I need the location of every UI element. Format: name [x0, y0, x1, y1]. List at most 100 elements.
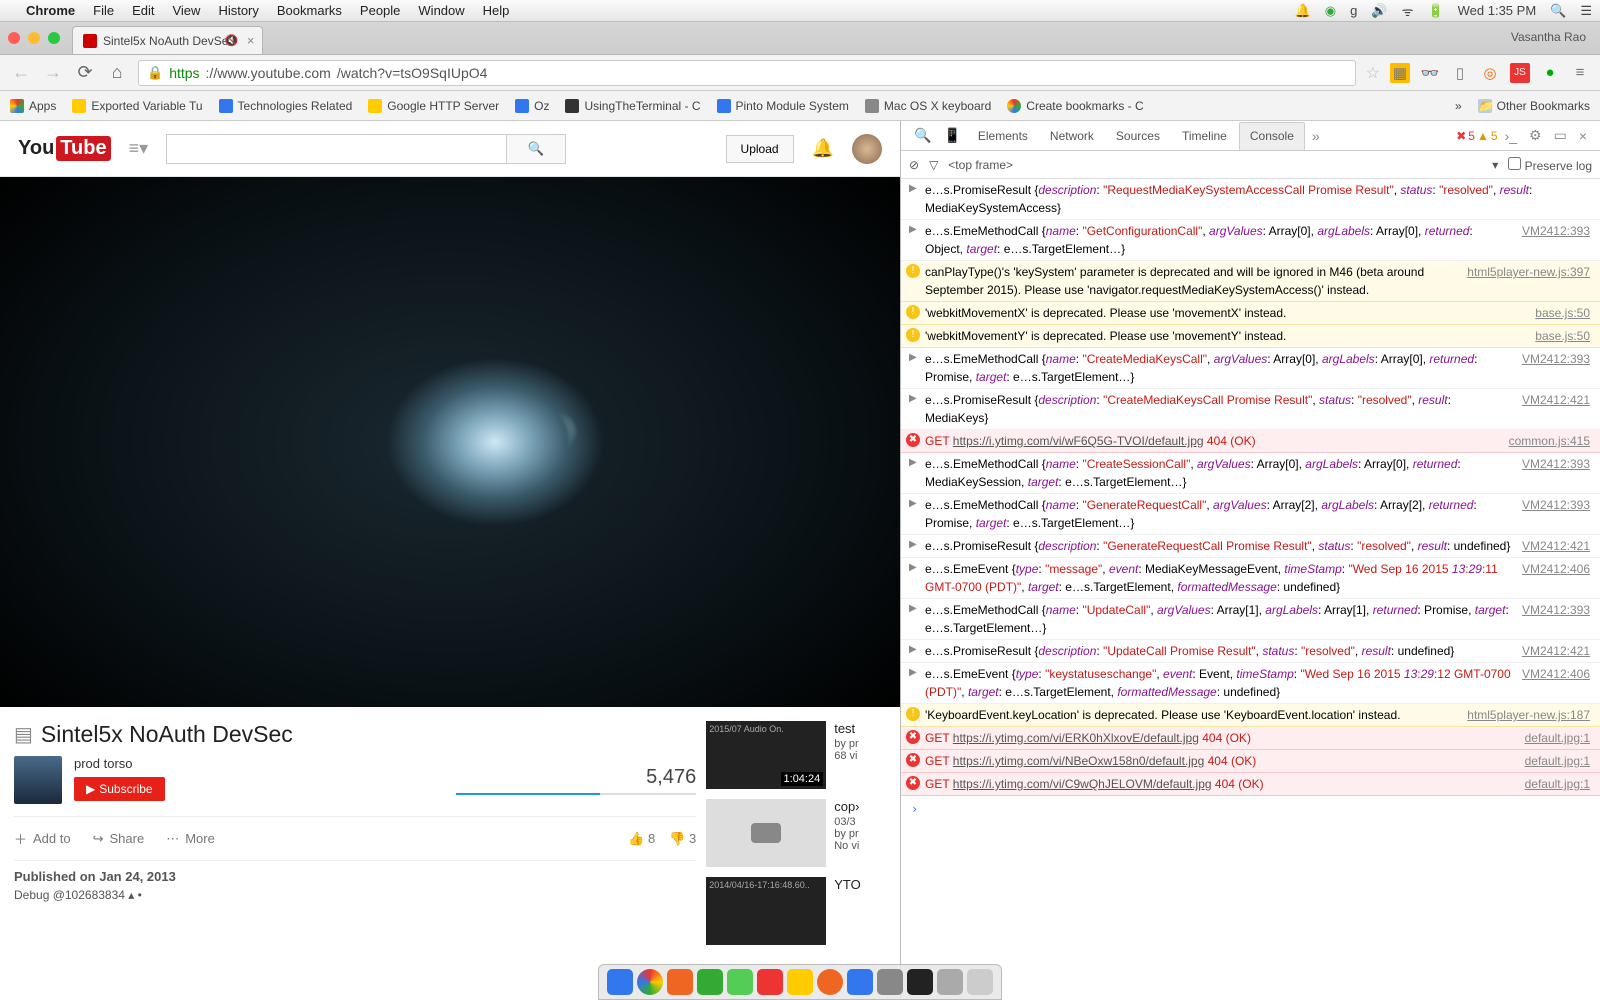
- tabs-overflow-icon[interactable]: »: [1307, 128, 1325, 144]
- preserve-log[interactable]: Preserve log: [1508, 157, 1592, 173]
- frame-selector[interactable]: <top frame>: [948, 158, 1013, 172]
- volume-icon[interactable]: 🔊: [1371, 3, 1387, 19]
- dock-app[interactable]: [727, 969, 753, 995]
- apps-button[interactable]: Apps: [10, 99, 56, 113]
- bell-icon[interactable]: 🔔: [1295, 3, 1311, 19]
- console-log-obj[interactable]: ▶VM2412:393e…s.EmeMethodCall {name: "Gen…: [901, 494, 1600, 535]
- device-icon[interactable]: 📱: [938, 127, 965, 144]
- extension-icon[interactable]: ▦: [1390, 63, 1410, 83]
- tab-timeline[interactable]: Timeline: [1172, 123, 1237, 149]
- dock-app[interactable]: [907, 969, 933, 995]
- console-log-err[interactable]: ✖default.jpg:1GET https://i.ytimg.com/vi…: [901, 773, 1600, 796]
- drawer-icon[interactable]: ›_: [1500, 128, 1522, 144]
- zoom-window-button[interactable]: [48, 32, 60, 44]
- reload-button[interactable]: ⟳: [74, 62, 96, 83]
- subscribe-button[interactable]: ▶ Subscribe: [74, 777, 165, 801]
- console-log-warn[interactable]: !base.js:50'webkitMovementY' is deprecat…: [901, 325, 1600, 348]
- bookmark-star-icon[interactable]: ☆: [1366, 63, 1380, 83]
- forward-button[interactable]: →: [42, 62, 64, 83]
- frame-dropdown-icon[interactable]: ▾: [1492, 158, 1498, 172]
- console-output[interactable]: ▶e…s.PromiseResult {description: "Reques…: [901, 179, 1600, 1000]
- bookmark-overflow-icon[interactable]: »: [1455, 99, 1462, 113]
- google-icon[interactable]: g: [1350, 3, 1357, 18]
- bookmark-item[interactable]: Create bookmarks - C: [1007, 99, 1143, 113]
- console-log-obj[interactable]: ▶VM2412:406e…s.EmeEvent {type: "message"…: [901, 558, 1600, 599]
- battery-icon[interactable]: 🔋: [1427, 3, 1443, 19]
- search-button[interactable]: 🔍: [506, 134, 566, 164]
- console-log-err[interactable]: ✖common.js:415GET https://i.ytimg.com/vi…: [901, 430, 1600, 453]
- playlist-icon[interactable]: ▤: [14, 722, 33, 747]
- filter-icon[interactable]: ▽: [929, 158, 938, 172]
- dock-app[interactable]: [697, 969, 723, 995]
- bookmark-item[interactable]: Exported Variable Tu: [72, 99, 202, 113]
- dock-app[interactable]: [787, 969, 813, 995]
- menu-file[interactable]: File: [93, 3, 114, 18]
- extension-icon[interactable]: ◎: [1480, 63, 1500, 83]
- bookmark-item[interactable]: Oz: [515, 99, 549, 113]
- chrome-menu-icon[interactable]: ≡: [1570, 63, 1590, 83]
- console-log-obj[interactable]: ▶VM2412:393e…s.EmeMethodCall {name: "Upd…: [901, 599, 1600, 640]
- settings-icon[interactable]: ⚙: [1524, 127, 1547, 144]
- upload-button[interactable]: Upload: [726, 135, 794, 163]
- console-log-obj[interactable]: ▶VM2412:393e…s.EmeMethodCall {name: "Cre…: [901, 348, 1600, 389]
- inspect-icon[interactable]: 🔍: [909, 127, 936, 144]
- share-button[interactable]: ↪ Share: [93, 831, 145, 847]
- console-log-obj[interactable]: ▶VM2412:393e…s.EmeMethodCall {name: "Get…: [901, 220, 1600, 261]
- home-button[interactable]: ⌂: [106, 62, 128, 83]
- console-log-obj[interactable]: ▶VM2412:421e…s.PromiseResult {descriptio…: [901, 640, 1600, 663]
- related-video[interactable]: cop›03/3by prNo vi: [706, 799, 900, 867]
- clock[interactable]: Wed 1:35 PM: [1458, 3, 1537, 18]
- add-to-button[interactable]: ＋ Add to: [14, 829, 71, 848]
- bookmark-item[interactable]: Pinto Module System: [717, 99, 849, 113]
- console-log-warn[interactable]: !html5player-new.js:397canPlayType()'s '…: [901, 261, 1600, 302]
- devtools-close-icon[interactable]: ×: [1574, 128, 1592, 144]
- console-log-obj[interactable]: ▶VM2412:393e…s.EmeMethodCall {name: "Cre…: [901, 453, 1600, 494]
- dock-app[interactable]: [877, 969, 903, 995]
- menu-window[interactable]: Window: [418, 3, 464, 18]
- youtube-logo[interactable]: YouTube: [18, 136, 111, 161]
- console-log-obj[interactable]: ▶VM2412:406e…s.EmeEvent {type: "keystatu…: [901, 663, 1600, 704]
- error-count[interactable]: ✖5: [1456, 129, 1475, 143]
- menu-history[interactable]: History: [218, 3, 258, 18]
- profile-name[interactable]: Vasantha Rao: [1511, 30, 1586, 44]
- dock-app[interactable]: [667, 969, 693, 995]
- dock-app[interactable]: [607, 969, 633, 995]
- search-input[interactable]: [166, 134, 506, 164]
- back-button[interactable]: ←: [10, 62, 32, 83]
- extension-icon[interactable]: 👓: [1420, 63, 1440, 83]
- bookmark-item[interactable]: Google HTTP Server: [368, 99, 499, 113]
- tab-sources[interactable]: Sources: [1106, 123, 1170, 149]
- menu-people[interactable]: People: [360, 3, 400, 18]
- console-log-err[interactable]: ✖default.jpg:1GET https://i.ytimg.com/vi…: [901, 750, 1600, 773]
- console-log-warn[interactable]: !html5player-new.js:187'KeyboardEvent.ke…: [901, 704, 1600, 727]
- tab-audio-icon[interactable]: 🔇: [225, 34, 239, 47]
- close-window-button[interactable]: [8, 32, 20, 44]
- console-log-obj[interactable]: ▶VM2412:421e…s.PromiseResult {descriptio…: [901, 535, 1600, 558]
- video-player[interactable]: [0, 177, 900, 707]
- dock-app[interactable]: [757, 969, 783, 995]
- extension-icon[interactable]: JS: [1510, 63, 1530, 83]
- console-prompt[interactable]: ›: [901, 796, 1600, 822]
- console-log-obj[interactable]: ▶VM2412:421e…s.PromiseResult {descriptio…: [901, 389, 1600, 430]
- like-button[interactable]: 👍 8: [628, 831, 655, 847]
- channel-name[interactable]: prod torso: [74, 756, 444, 771]
- minimize-window-button[interactable]: [28, 32, 40, 44]
- menu-edit[interactable]: Edit: [132, 3, 154, 18]
- dock-icon[interactable]: ▭: [1549, 127, 1572, 144]
- menubar-app[interactable]: Chrome: [26, 3, 75, 18]
- channel-avatar[interactable]: [14, 756, 62, 804]
- menu-view[interactable]: View: [172, 3, 200, 18]
- notifications-icon[interactable]: 🔔: [812, 138, 834, 159]
- clear-console-icon[interactable]: ⊘: [909, 158, 919, 172]
- spotlight-icon[interactable]: 🔍: [1550, 3, 1566, 19]
- bookmark-item[interactable]: Technologies Related: [219, 99, 353, 113]
- address-bar[interactable]: 🔒 https://www.youtube.com/watch?v=tsO9Sq…: [138, 60, 1356, 86]
- tab-close-icon[interactable]: ×: [247, 33, 255, 48]
- console-log-obj[interactable]: ▶e…s.PromiseResult {description: "Reques…: [901, 179, 1600, 220]
- status-icon[interactable]: ◉: [1325, 3, 1336, 19]
- browser-tab[interactable]: Sintel5x NoAuth DevSec 🔇 ×: [72, 26, 263, 54]
- dock-app[interactable]: [817, 969, 843, 995]
- tab-network[interactable]: Network: [1040, 123, 1104, 149]
- dock-trash[interactable]: [967, 969, 993, 995]
- more-button[interactable]: ⋯ More: [166, 831, 215, 847]
